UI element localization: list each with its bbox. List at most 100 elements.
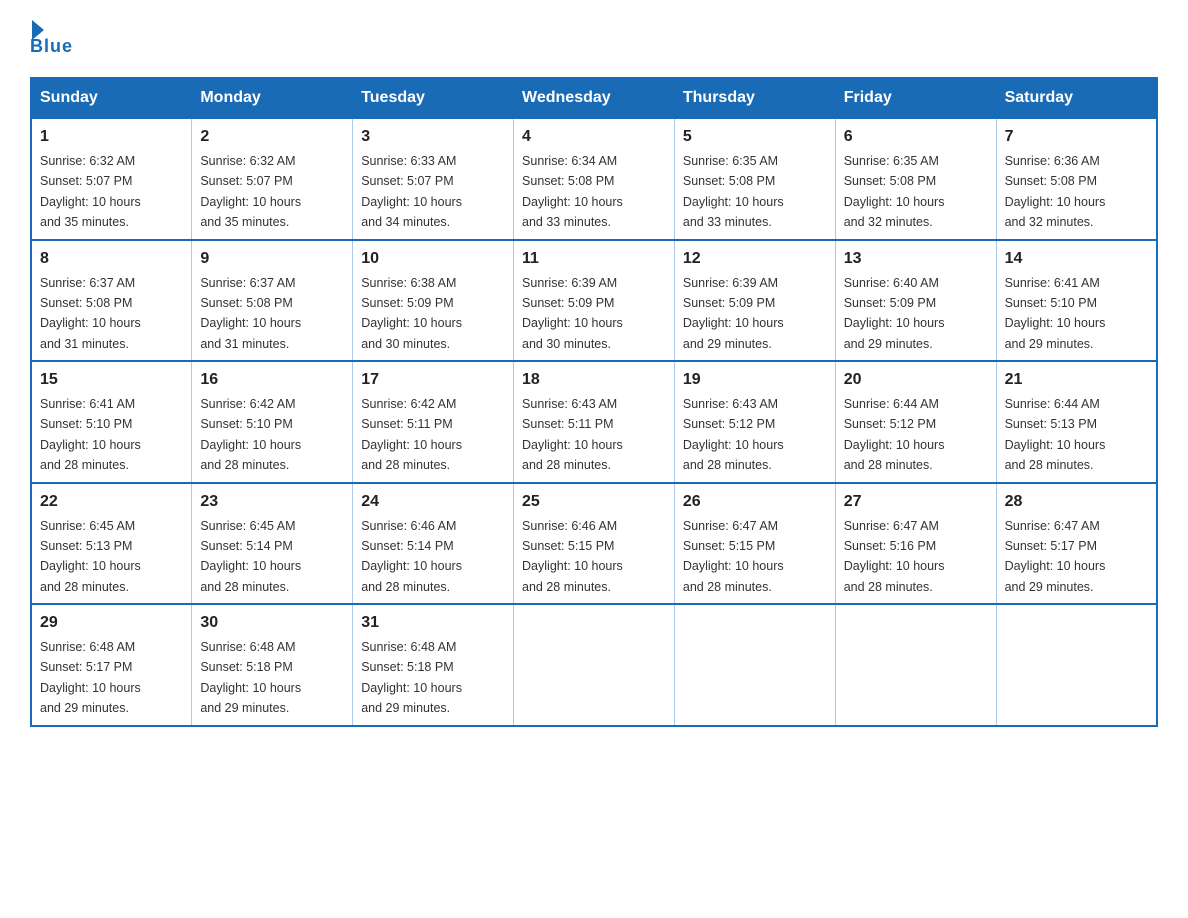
calendar-cell: 24 Sunrise: 6:46 AMSunset: 5:14 PMDaylig…	[353, 483, 514, 605]
day-number: 21	[1005, 368, 1148, 392]
calendar-cell: 31 Sunrise: 6:48 AMSunset: 5:18 PMDaylig…	[353, 604, 514, 726]
week-row-3: 15 Sunrise: 6:41 AMSunset: 5:10 PMDaylig…	[31, 361, 1157, 483]
day-info: Sunrise: 6:35 AMSunset: 5:08 PMDaylight:…	[683, 154, 784, 229]
day-number: 14	[1005, 247, 1148, 271]
calendar-cell: 1 Sunrise: 6:32 AMSunset: 5:07 PMDayligh…	[31, 118, 192, 240]
calendar-cell: 29 Sunrise: 6:48 AMSunset: 5:17 PMDaylig…	[31, 604, 192, 726]
calendar-cell: 18 Sunrise: 6:43 AMSunset: 5:11 PMDaylig…	[514, 361, 675, 483]
day-number: 26	[683, 490, 827, 514]
calendar-cell: 19 Sunrise: 6:43 AMSunset: 5:12 PMDaylig…	[674, 361, 835, 483]
day-number: 22	[40, 490, 183, 514]
day-number: 4	[522, 125, 666, 149]
calendar-cell	[835, 604, 996, 726]
day-number: 16	[200, 368, 344, 392]
day-info: Sunrise: 6:35 AMSunset: 5:08 PMDaylight:…	[844, 154, 945, 229]
calendar-cell: 30 Sunrise: 6:48 AMSunset: 5:18 PMDaylig…	[192, 604, 353, 726]
day-info: Sunrise: 6:42 AMSunset: 5:10 PMDaylight:…	[200, 397, 301, 472]
day-info: Sunrise: 6:44 AMSunset: 5:12 PMDaylight:…	[844, 397, 945, 472]
week-row-2: 8 Sunrise: 6:37 AMSunset: 5:08 PMDayligh…	[31, 240, 1157, 362]
calendar-cell: 13 Sunrise: 6:40 AMSunset: 5:09 PMDaylig…	[835, 240, 996, 362]
calendar-cell: 14 Sunrise: 6:41 AMSunset: 5:10 PMDaylig…	[996, 240, 1157, 362]
day-info: Sunrise: 6:37 AMSunset: 5:08 PMDaylight:…	[200, 276, 301, 351]
day-number: 7	[1005, 125, 1148, 149]
day-info: Sunrise: 6:36 AMSunset: 5:08 PMDaylight:…	[1005, 154, 1106, 229]
weekday-header-friday: Friday	[835, 78, 996, 118]
calendar-cell	[674, 604, 835, 726]
calendar-cell: 23 Sunrise: 6:45 AMSunset: 5:14 PMDaylig…	[192, 483, 353, 605]
weekday-header-wednesday: Wednesday	[514, 78, 675, 118]
day-info: Sunrise: 6:45 AMSunset: 5:13 PMDaylight:…	[40, 519, 141, 594]
calendar-cell: 16 Sunrise: 6:42 AMSunset: 5:10 PMDaylig…	[192, 361, 353, 483]
calendar-cell: 3 Sunrise: 6:33 AMSunset: 5:07 PMDayligh…	[353, 118, 514, 240]
day-number: 30	[200, 611, 344, 635]
calendar-cell: 21 Sunrise: 6:44 AMSunset: 5:13 PMDaylig…	[996, 361, 1157, 483]
day-info: Sunrise: 6:47 AMSunset: 5:17 PMDaylight:…	[1005, 519, 1106, 594]
day-number: 25	[522, 490, 666, 514]
day-info: Sunrise: 6:47 AMSunset: 5:15 PMDaylight:…	[683, 519, 784, 594]
calendar-cell: 9 Sunrise: 6:37 AMSunset: 5:08 PMDayligh…	[192, 240, 353, 362]
calendar-cell	[514, 604, 675, 726]
day-info: Sunrise: 6:46 AMSunset: 5:14 PMDaylight:…	[361, 519, 462, 594]
week-row-1: 1 Sunrise: 6:32 AMSunset: 5:07 PMDayligh…	[31, 118, 1157, 240]
day-number: 13	[844, 247, 988, 271]
weekday-header-saturday: Saturday	[996, 78, 1157, 118]
day-info: Sunrise: 6:43 AMSunset: 5:11 PMDaylight:…	[522, 397, 623, 472]
day-info: Sunrise: 6:44 AMSunset: 5:13 PMDaylight:…	[1005, 397, 1106, 472]
calendar-cell: 4 Sunrise: 6:34 AMSunset: 5:08 PMDayligh…	[514, 118, 675, 240]
day-info: Sunrise: 6:34 AMSunset: 5:08 PMDaylight:…	[522, 154, 623, 229]
day-info: Sunrise: 6:37 AMSunset: 5:08 PMDaylight:…	[40, 276, 141, 351]
day-info: Sunrise: 6:32 AMSunset: 5:07 PMDaylight:…	[40, 154, 141, 229]
logo: Blue	[30, 20, 73, 57]
day-number: 11	[522, 247, 666, 271]
calendar-cell: 2 Sunrise: 6:32 AMSunset: 5:07 PMDayligh…	[192, 118, 353, 240]
calendar-cell: 6 Sunrise: 6:35 AMSunset: 5:08 PMDayligh…	[835, 118, 996, 240]
weekday-header-monday: Monday	[192, 78, 353, 118]
day-number: 15	[40, 368, 183, 392]
calendar-cell: 17 Sunrise: 6:42 AMSunset: 5:11 PMDaylig…	[353, 361, 514, 483]
day-info: Sunrise: 6:47 AMSunset: 5:16 PMDaylight:…	[844, 519, 945, 594]
day-info: Sunrise: 6:41 AMSunset: 5:10 PMDaylight:…	[40, 397, 141, 472]
day-info: Sunrise: 6:39 AMSunset: 5:09 PMDaylight:…	[683, 276, 784, 351]
day-info: Sunrise: 6:32 AMSunset: 5:07 PMDaylight:…	[200, 154, 301, 229]
day-info: Sunrise: 6:33 AMSunset: 5:07 PMDaylight:…	[361, 154, 462, 229]
day-info: Sunrise: 6:48 AMSunset: 5:18 PMDaylight:…	[361, 640, 462, 715]
calendar-cell: 5 Sunrise: 6:35 AMSunset: 5:08 PMDayligh…	[674, 118, 835, 240]
calendar-cell: 25 Sunrise: 6:46 AMSunset: 5:15 PMDaylig…	[514, 483, 675, 605]
day-number: 6	[844, 125, 988, 149]
day-number: 19	[683, 368, 827, 392]
page-header: Blue	[30, 20, 1158, 57]
calendar-cell: 7 Sunrise: 6:36 AMSunset: 5:08 PMDayligh…	[996, 118, 1157, 240]
day-info: Sunrise: 6:38 AMSunset: 5:09 PMDaylight:…	[361, 276, 462, 351]
day-number: 24	[361, 490, 505, 514]
day-number: 18	[522, 368, 666, 392]
calendar-cell: 8 Sunrise: 6:37 AMSunset: 5:08 PMDayligh…	[31, 240, 192, 362]
day-number: 29	[40, 611, 183, 635]
weekday-header-row: SundayMondayTuesdayWednesdayThursdayFrid…	[31, 78, 1157, 118]
day-number: 10	[361, 247, 505, 271]
day-number: 31	[361, 611, 505, 635]
day-number: 5	[683, 125, 827, 149]
day-info: Sunrise: 6:42 AMSunset: 5:11 PMDaylight:…	[361, 397, 462, 472]
weekday-header-thursday: Thursday	[674, 78, 835, 118]
week-row-4: 22 Sunrise: 6:45 AMSunset: 5:13 PMDaylig…	[31, 483, 1157, 605]
calendar-cell: 26 Sunrise: 6:47 AMSunset: 5:15 PMDaylig…	[674, 483, 835, 605]
day-number: 20	[844, 368, 988, 392]
day-info: Sunrise: 6:43 AMSunset: 5:12 PMDaylight:…	[683, 397, 784, 472]
day-info: Sunrise: 6:48 AMSunset: 5:17 PMDaylight:…	[40, 640, 141, 715]
day-number: 9	[200, 247, 344, 271]
day-number: 12	[683, 247, 827, 271]
calendar-cell: 20 Sunrise: 6:44 AMSunset: 5:12 PMDaylig…	[835, 361, 996, 483]
day-info: Sunrise: 6:40 AMSunset: 5:09 PMDaylight:…	[844, 276, 945, 351]
day-number: 8	[40, 247, 183, 271]
day-number: 23	[200, 490, 344, 514]
calendar-cell: 22 Sunrise: 6:45 AMSunset: 5:13 PMDaylig…	[31, 483, 192, 605]
day-number: 1	[40, 125, 183, 149]
day-info: Sunrise: 6:46 AMSunset: 5:15 PMDaylight:…	[522, 519, 623, 594]
calendar-cell: 12 Sunrise: 6:39 AMSunset: 5:09 PMDaylig…	[674, 240, 835, 362]
day-info: Sunrise: 6:45 AMSunset: 5:14 PMDaylight:…	[200, 519, 301, 594]
day-info: Sunrise: 6:48 AMSunset: 5:18 PMDaylight:…	[200, 640, 301, 715]
day-number: 27	[844, 490, 988, 514]
calendar-cell: 27 Sunrise: 6:47 AMSunset: 5:16 PMDaylig…	[835, 483, 996, 605]
weekday-header-sunday: Sunday	[31, 78, 192, 118]
day-info: Sunrise: 6:39 AMSunset: 5:09 PMDaylight:…	[522, 276, 623, 351]
